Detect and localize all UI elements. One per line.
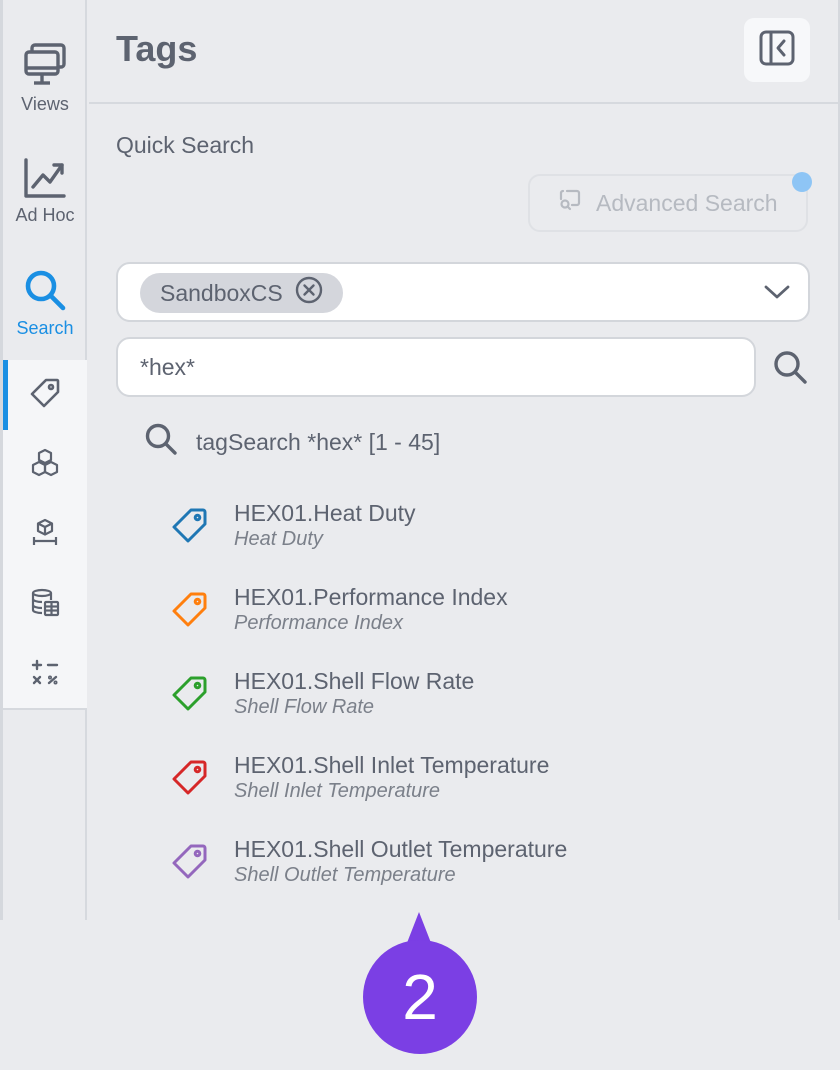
nav-ad-hoc-label: Ad Hoc	[15, 205, 75, 225]
nav-views-label: Views	[21, 94, 69, 114]
calculator-icon	[30, 658, 60, 693]
datasource-chip-label: SandboxCS	[160, 279, 283, 306]
close-circle-icon	[295, 276, 323, 310]
list-item[interactable]: HEX01.Shell Outlet Temperature Shell Out…	[169, 832, 809, 916]
result-summary-text: tagSearch *hex* [1 - 45]	[196, 428, 441, 455]
tag-description: Performance Index	[234, 612, 403, 634]
remove-chip-button[interactable]	[295, 276, 323, 310]
chevron-down-icon[interactable]	[764, 282, 790, 307]
nav-ad-hoc[interactable]: Ad Hoc	[3, 157, 87, 226]
tag-description: Shell Inlet Temperature	[234, 780, 441, 802]
tag-description: Shell Flow Rate	[234, 696, 375, 718]
tag-name: HEX01.Shell Inlet Temperature	[234, 752, 550, 778]
search-icon	[144, 422, 196, 462]
tag-icon	[29, 377, 61, 414]
datasource-chip: SandboxCS	[140, 273, 343, 313]
collapse-panel-icon	[759, 30, 795, 71]
subnav-datasources[interactable]	[3, 570, 87, 640]
advanced-search-button[interactable]: Advanced Search	[528, 174, 808, 232]
tag-name: HEX01.Heat Duty	[234, 500, 416, 526]
tag-name: HEX01.Shell Flow Rate	[234, 668, 475, 694]
tags-panel: Tags Quick Search Advanced Search Sandbo…	[89, 0, 838, 920]
chart-line-icon	[3, 157, 87, 199]
subnav-calculations[interactable]	[3, 640, 87, 710]
list-item[interactable]: HEX01.Heat Duty Heat Duty	[169, 496, 809, 580]
cubes-icon	[29, 448, 61, 483]
advanced-search-icon	[530, 188, 596, 218]
tag-description: Shell Outlet Temperature	[234, 864, 456, 886]
tag-icon	[169, 674, 209, 719]
search-icon	[3, 268, 87, 312]
result-summary: tagSearch *hex* [1 - 45]	[144, 422, 440, 462]
advanced-search-label: Advanced Search	[596, 189, 778, 216]
subnav-asset-tree[interactable]	[3, 500, 87, 570]
nav-search[interactable]: Search	[3, 268, 87, 339]
notification-dot	[792, 172, 812, 192]
subnav-tags[interactable]	[3, 360, 87, 430]
search-submit-icon[interactable]	[772, 349, 808, 390]
tag-icon	[169, 758, 209, 803]
asset-icon	[30, 518, 60, 553]
nav-views[interactable]: Views	[3, 42, 87, 115]
tag-icon	[169, 842, 209, 887]
sidebar: Views Ad Hoc Search	[3, 0, 87, 920]
tag-name: HEX01.Performance Index	[234, 584, 508, 610]
nav-search-label: Search	[16, 318, 74, 338]
quick-search-label: Quick Search	[116, 132, 255, 158]
step-badge: 2	[363, 940, 477, 1054]
tag-description: Heat Duty	[234, 528, 323, 550]
list-item[interactable]: HEX01.Shell Inlet Temperature Shell Inle…	[169, 748, 809, 832]
tag-name: HEX01.Shell Outlet Temperature	[234, 836, 568, 862]
list-item[interactable]: HEX01.Performance Index Performance Inde…	[169, 580, 809, 664]
panel-header: Tags	[89, 0, 838, 104]
datasource-select[interactable]: SandboxCS	[116, 262, 810, 322]
subnav-assets[interactable]	[3, 430, 87, 500]
collapse-panel-button[interactable]	[744, 18, 810, 82]
database-icon	[30, 588, 60, 623]
monitor-icon	[3, 42, 87, 88]
app-window: Views Ad Hoc Search Tags Quick Search Ad…	[0, 0, 840, 920]
search-subnav	[3, 360, 87, 710]
tag-search-input[interactable]: *hex*	[116, 337, 756, 397]
list-item[interactable]: HEX01.Shell Flow Rate Shell Flow Rate	[169, 664, 809, 748]
page-title: Tags	[116, 28, 198, 69]
tag-icon	[169, 590, 209, 635]
tag-icon	[169, 506, 209, 551]
